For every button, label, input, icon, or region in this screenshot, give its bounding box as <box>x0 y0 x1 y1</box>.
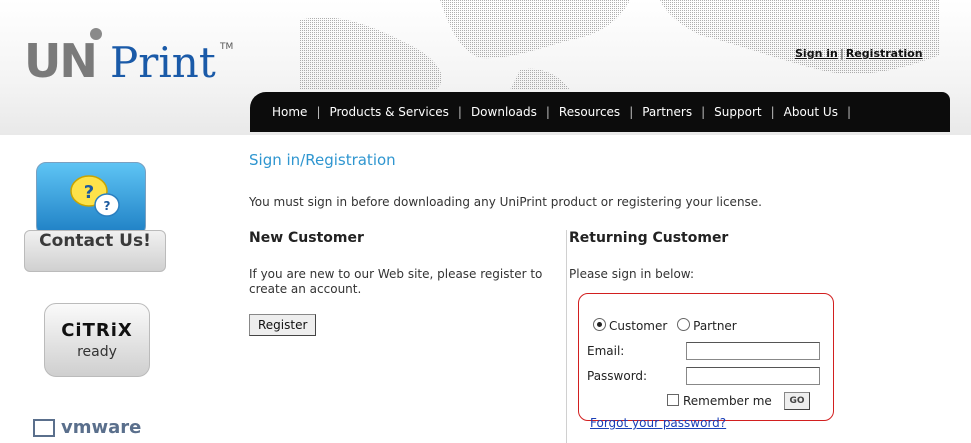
vmware-logo[interactable]: vmware <box>33 417 141 438</box>
remember-me[interactable]: Remember me <box>667 394 772 408</box>
new-customer-text: If you are new to our Web site, please r… <box>249 267 543 296</box>
nav-separator: | <box>457 105 462 119</box>
svg-text:?: ? <box>104 199 111 213</box>
account-links-separator: | <box>839 47 844 60</box>
vmware-logo-text: vmware <box>61 417 142 438</box>
account-links: Sign in | Registration <box>795 47 923 60</box>
svg-text:?: ? <box>84 182 94 203</box>
sidebar: ? ? Contact Us! CiTRiX ready vmware <box>0 135 200 443</box>
login-form: Customer Partner Email: Password: Rememb… <box>578 293 834 421</box>
contact-tile: ? ? <box>36 162 146 236</box>
nav-item-resources[interactable]: Resources <box>559 105 620 119</box>
nav-separator: | <box>629 105 634 119</box>
customer-radio[interactable] <box>593 318 606 331</box>
nav-separator: | <box>770 105 775 119</box>
nav-item-products-services[interactable]: Products & Services <box>329 105 448 119</box>
forgot-password-link[interactable]: Forgot your password? <box>590 416 726 430</box>
partner-radio[interactable] <box>677 318 691 331</box>
new-customer-heading: New Customer <box>249 230 364 246</box>
nav-item-support[interactable]: Support <box>714 105 761 119</box>
nav-separator: | <box>316 105 321 119</box>
nav-separator: | <box>846 105 852 119</box>
register-button[interactable]: Register <box>249 314 317 336</box>
header: UN Print TM Sign in | Registration Home | … <box>0 0 971 135</box>
contact-us-button[interactable]: ? ? Contact Us! <box>24 162 166 272</box>
new-customer-section: New Customer If you are new to our Web s… <box>249 230 559 336</box>
nav-item-about-us[interactable]: About Us <box>784 105 838 119</box>
vmware-box-icon <box>33 419 55 437</box>
uniprint-logo[interactable]: UN Print TM <box>24 24 234 88</box>
partner-radio-label: Partner <box>693 319 737 333</box>
account-type-radios: Customer Partner <box>593 318 737 333</box>
remember-me-label: Remember me <box>683 394 772 408</box>
customer-radio-label: Customer <box>609 319 668 333</box>
nav-item-downloads[interactable]: Downloads <box>471 105 537 119</box>
main-nav: Home | Products & Services | Downloads |… <box>250 92 950 132</box>
returning-customer-prompt: Please sign in below: <box>569 267 695 281</box>
contact-us-label: Contact Us! <box>24 230 166 272</box>
page-title: Sign in/Registration <box>249 151 396 169</box>
go-button[interactable]: GO <box>784 392 810 410</box>
citrix-logo-text: CiTRiX <box>61 320 133 341</box>
nav-item-home[interactable]: Home <box>272 105 307 119</box>
password-label: Password: <box>587 369 648 383</box>
registration-link[interactable]: Registration <box>846 47 923 60</box>
email-field[interactable] <box>686 342 820 360</box>
citrix-ready-text: ready <box>77 344 117 360</box>
nav-separator: | <box>701 105 706 119</box>
email-label: Email: <box>587 344 625 358</box>
intro-text: You must sign in before downloading any … <box>249 195 762 209</box>
returning-customer-heading: Returning Customer <box>569 230 729 246</box>
world-map-graphic <box>300 0 940 90</box>
citrix-ready-badge[interactable]: CiTRiX ready <box>44 303 150 377</box>
returning-customer-section: Returning Customer Please sign in below: <box>569 230 969 282</box>
logo-part2: Print <box>110 38 216 87</box>
logo-tm: TM <box>220 42 234 52</box>
question-bubble-icon: ? ? <box>70 175 120 217</box>
signin-link[interactable]: Sign in <box>795 47 838 60</box>
nav-separator: | <box>545 105 550 119</box>
remember-me-checkbox[interactable] <box>667 394 679 406</box>
password-field[interactable] <box>686 367 820 385</box>
column-divider <box>566 230 567 443</box>
nav-item-partners[interactable]: Partners <box>642 105 692 119</box>
logo-part1: UN <box>24 34 98 88</box>
